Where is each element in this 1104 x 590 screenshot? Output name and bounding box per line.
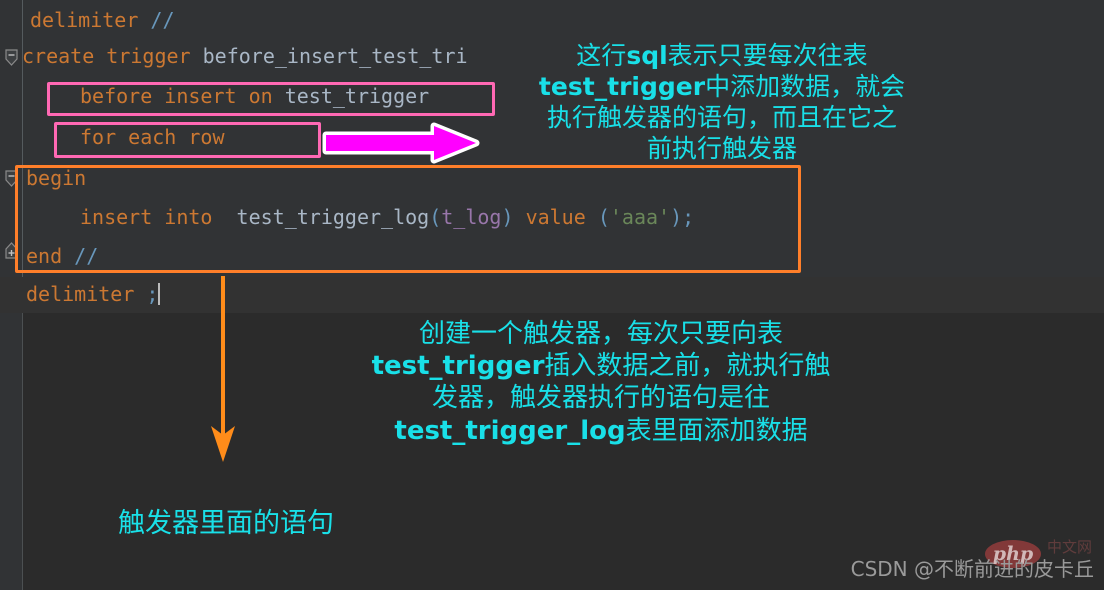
annotation-line: test_trigger_log表里面添加数据	[336, 415, 866, 447]
annotation-text: 触发器里面的语句	[118, 508, 334, 539]
code-token: before insert on	[80, 84, 285, 108]
current-line-highlight	[0, 277, 1104, 313]
fold-marker-create-trigger[interactable]	[5, 49, 18, 66]
fold-marker-end[interactable]	[5, 242, 18, 259]
code-token: (	[597, 205, 610, 229]
code-line-for-each-row[interactable]: for each row	[80, 119, 225, 156]
annotation-emphasis: test_trigger	[538, 72, 706, 101]
code-token: test_trigger_log	[224, 205, 430, 229]
annotation-text: 执行触发器的语句，而且在它之	[546, 103, 897, 132]
gutter-divider-bottom	[22, 283, 23, 590]
code-line-delimiter-close[interactable]: delimiter ;	[26, 276, 161, 313]
annotation-text: 前执行触发器	[646, 134, 797, 163]
annotation-text: 表里面添加数据	[625, 415, 808, 446]
annotation-note-top: 这行sql表示只要每次往表 test_trigger中添加数据，就会 执行触发器的语…	[512, 40, 932, 164]
code-token: end	[26, 244, 75, 268]
code-line-insert-into[interactable]: insert into test_trigger_log(t_log) valu…	[80, 199, 694, 236]
code-token: for each row	[80, 125, 225, 149]
annotation-note-bottom: 触发器里面的语句	[118, 507, 408, 540]
orange-arrow-down-icon	[205, 276, 241, 470]
annotation-text: 插入数据之前，就执行触	[544, 351, 831, 382]
annotation-note-middle: 创建一个触发器，每次只要向表 test_trigger插入数据之前，就执行触 发器，…	[336, 318, 866, 447]
code-token: create trigger	[22, 44, 203, 68]
code-token: );	[670, 205, 695, 229]
annotation-text: 这行	[576, 41, 627, 70]
annotation-line: test_trigger插入数据之前，就执行触	[336, 350, 866, 382]
code-token: ;	[146, 282, 159, 306]
code-token: (	[429, 205, 442, 229]
code-line-create-trigger[interactable]: create trigger before_insert_test_tri	[22, 38, 468, 75]
text-caret	[158, 283, 161, 305]
code-token: value	[525, 205, 598, 229]
code-token: //	[74, 244, 99, 268]
annotation-text: 发器，触发器执行的语句是往	[431, 383, 770, 414]
annotation-line: 这行sql表示只要每次往表	[512, 40, 932, 71]
code-token: test_trigger	[284, 84, 430, 108]
sql-code-editor[interactable]: delimiter // create trigger before_inser…	[0, 0, 1104, 590]
annotation-text: 创建一个触发器，每次只要向表	[418, 319, 783, 349]
code-line-end[interactable]: end //	[26, 238, 98, 275]
code-token: delimiter	[30, 8, 151, 32]
annotation-line: 前执行触发器	[512, 133, 932, 164]
annotation-line: 执行触发器的语句，而且在它之	[512, 102, 932, 133]
annotation-line: 触发器里面的语句	[118, 507, 408, 540]
annotation-line: 发器，触发器执行的语句是往	[336, 382, 866, 414]
annotation-emphasis: test_trigger	[371, 351, 545, 382]
code-line-before-insert-on[interactable]: before insert on test_trigger	[80, 78, 429, 115]
annotation-text: 表示只要每次往表	[667, 41, 868, 70]
annotation-emphasis: test_trigger_log	[394, 415, 626, 446]
code-token: 'aaa'	[609, 205, 671, 229]
annotation-line: 创建一个触发器，每次只要向表	[336, 318, 866, 350]
code-token: begin	[26, 166, 87, 190]
code-token: )	[501, 205, 526, 229]
annotation-line: test_trigger中添加数据，就会	[512, 71, 932, 102]
code-token: delimiter	[26, 282, 147, 306]
code-token: t_log	[441, 205, 502, 229]
code-token: //	[150, 8, 175, 32]
code-token: before_insert_test_tri	[202, 44, 468, 68]
annotation-emphasis: sql	[626, 41, 668, 70]
magenta-arrow-right-icon	[322, 122, 482, 168]
csdn-watermark: CSDN @不断前进的皮卡丘	[850, 557, 1094, 581]
code-line-delimiter-open[interactable]: delimiter //	[30, 2, 175, 39]
annotation-text: 中添加数据，就会	[705, 72, 906, 101]
fold-marker-begin[interactable]	[5, 170, 18, 187]
code-line-begin[interactable]: begin	[26, 160, 86, 197]
code-token: insert into	[80, 205, 225, 229]
